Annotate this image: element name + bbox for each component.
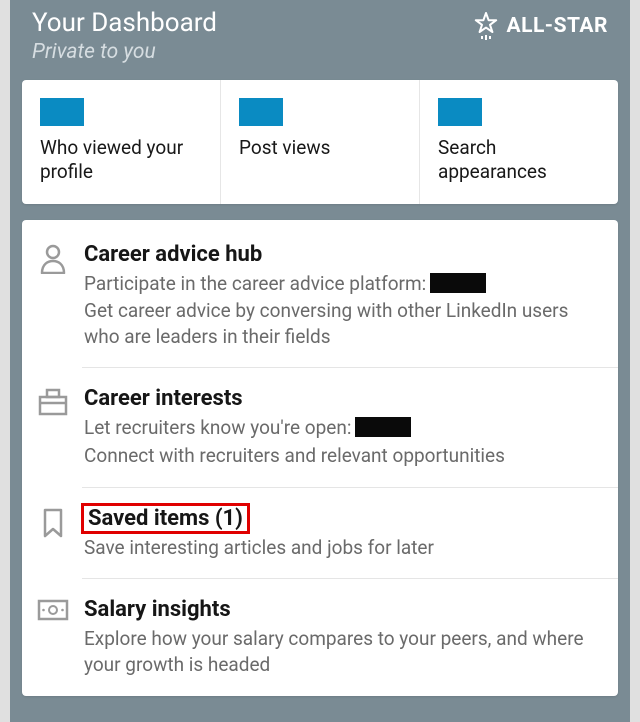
item-description: Get career advice by conversing with oth… bbox=[84, 298, 600, 349]
stat-search-appearances[interactable]: Search appearances bbox=[420, 80, 618, 204]
item-title: Career advice hub bbox=[84, 242, 262, 267]
item-title: Salary insights bbox=[84, 597, 231, 622]
profile-strength-badge[interactable]: ALL-STAR bbox=[474, 12, 608, 40]
stat-label: Post views bbox=[239, 136, 401, 160]
item-subtitle: Save interesting articles and jobs for l… bbox=[84, 535, 600, 561]
stat-value-redacted bbox=[438, 98, 482, 126]
bookmark-icon bbox=[36, 506, 70, 561]
dashboard-panel: Your Dashboard Private to you ALL-STAR bbox=[10, 0, 630, 722]
item-subtitle: Participate in the career advice platfor… bbox=[84, 271, 600, 297]
stat-profile-views[interactable]: Who viewed your profile bbox=[22, 80, 221, 204]
item-title: Saved items (1) bbox=[84, 506, 247, 531]
briefcase-icon bbox=[36, 386, 70, 468]
dashboard-subtitle: Private to you bbox=[32, 40, 217, 64]
money-icon bbox=[36, 597, 70, 677]
stat-label: Who viewed your profile bbox=[40, 136, 202, 184]
stat-post-views[interactable]: Post views bbox=[221, 80, 420, 204]
stat-label: Search appearances bbox=[438, 136, 600, 184]
item-salary-insights[interactable]: Salary insights Explore how your salary … bbox=[22, 579, 618, 695]
badge-label: ALL-STAR bbox=[506, 14, 608, 38]
star-icon bbox=[474, 12, 498, 40]
dashboard-header: Your Dashboard Private to you ALL-STAR bbox=[10, 0, 630, 80]
item-subtitle: Let recruiters know you're open: bbox=[84, 415, 600, 441]
item-saved-items[interactable]: Saved items (1) Save interesting article… bbox=[22, 488, 618, 579]
redacted-value bbox=[355, 417, 411, 437]
item-title: Career interests bbox=[84, 386, 243, 411]
item-subtitle: Explore how your salary compares to your… bbox=[84, 626, 600, 677]
person-icon bbox=[36, 242, 70, 350]
item-career-advice-hub[interactable]: Career advice hub Participate in the car… bbox=[22, 224, 618, 368]
item-description: Connect with recruiters and relevant opp… bbox=[84, 443, 600, 469]
stat-value-redacted bbox=[239, 98, 283, 126]
dashboard-title: Your Dashboard bbox=[32, 8, 217, 38]
item-career-interests[interactable]: Career interests Let recruiters know you… bbox=[22, 368, 618, 486]
redacted-value bbox=[430, 273, 486, 293]
stats-card: Who viewed your profile Post views Searc… bbox=[22, 80, 618, 204]
dashboard-items-card: Career advice hub Participate in the car… bbox=[22, 220, 618, 696]
stat-value-redacted bbox=[40, 98, 84, 126]
